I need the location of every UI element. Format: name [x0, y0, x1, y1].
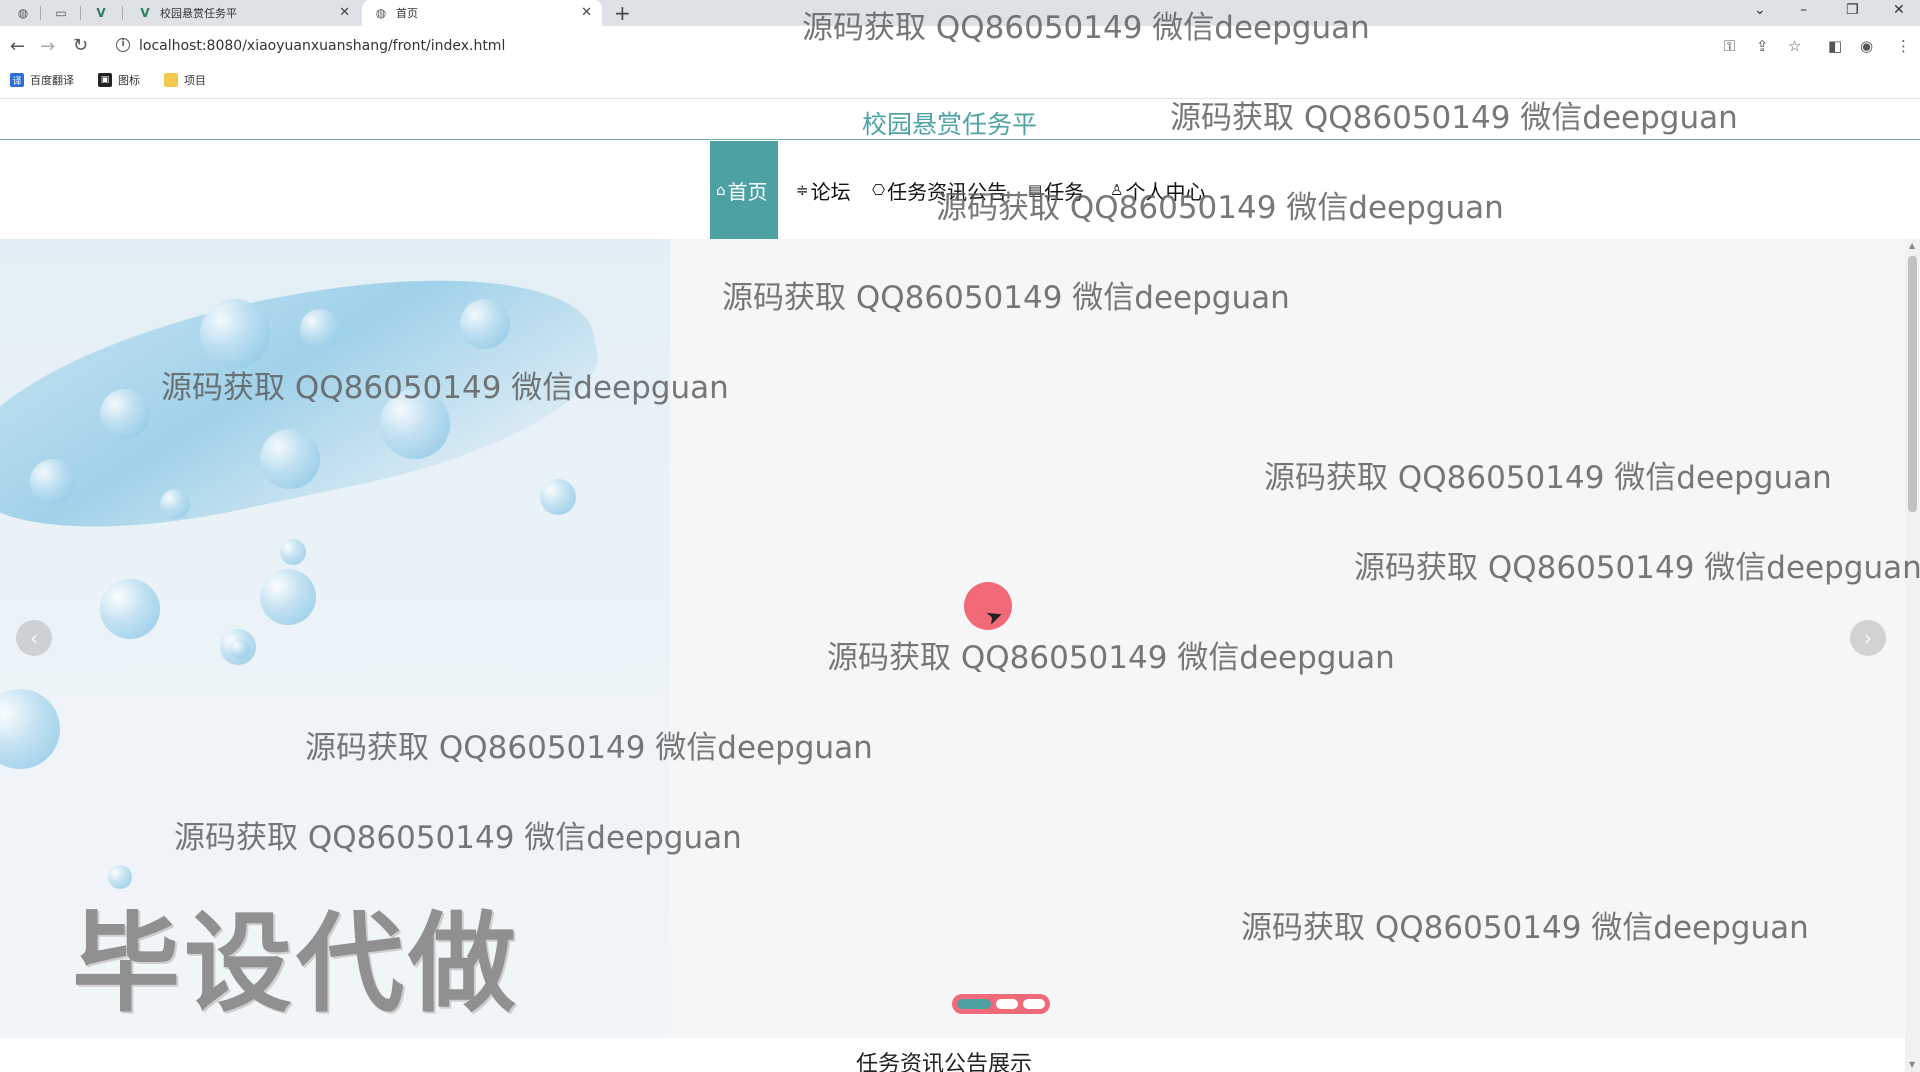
blank-page-icon[interactable]: ▭ [52, 4, 70, 22]
home-icon: ⌂ [716, 181, 726, 199]
tab-home[interactable]: ◍ 首页 ✕ [362, 0, 602, 26]
nav-label: 论坛 [810, 179, 851, 204]
tab-campus-bounty[interactable]: V 校园悬赏任务平 ✕ [130, 0, 360, 26]
bubble [540, 479, 576, 515]
profile-icon[interactable]: ◉ [1860, 37, 1873, 55]
scroll-down-icon[interactable]: ▼ [1909, 1060, 1915, 1069]
scrollbar-thumb[interactable] [1908, 256, 1917, 512]
tab-label: 首页 [396, 7, 418, 20]
reload-icon[interactable]: ↻ [73, 35, 88, 56]
bookmark-baidu-translate[interactable]: 译 百度翻译 [10, 72, 74, 88]
bubble [100, 579, 160, 639]
section-title: 任务资讯公告展示 [856, 1052, 1033, 1072]
watermark: 源码获取 QQ86050149 微信deepguan [802, 10, 1370, 46]
bubble [200, 299, 270, 369]
close-icon[interactable]: ✕ [581, 5, 592, 20]
info-icon[interactable]: i [116, 38, 130, 52]
carousel-dot-3[interactable] [1023, 999, 1045, 1009]
watermark: 源码获取 QQ86050149 微信deepguan [174, 820, 742, 856]
bubble [30, 459, 75, 504]
back-icon[interactable]: ← [10, 36, 25, 57]
watermark: 源码获取 QQ86050149 微信deepguan [1264, 460, 1832, 496]
tab-separator [80, 6, 81, 20]
forward-icon[interactable]: → [40, 36, 55, 57]
bubble [0, 689, 60, 769]
close-icon[interactable]: ✕ [339, 5, 350, 20]
watermark: 源码获取 QQ86050149 微信deepguan [161, 370, 729, 406]
menu-icon[interactable]: ⋮ [1896, 37, 1911, 55]
carousel-next-button[interactable]: › [1850, 620, 1886, 656]
forum-icon: ≑ [796, 181, 809, 199]
side-panel-icon[interactable]: ◧ [1828, 37, 1842, 55]
bookmark-label: 图标 [118, 74, 140, 87]
watermark: 源码获取 QQ86050149 微信deepguan [722, 280, 1290, 316]
bubble [300, 309, 340, 349]
bookmark-project[interactable]: 项目 [164, 72, 206, 88]
bookmark-icons[interactable]: ▣ 图标 [98, 72, 140, 88]
watermark: 源码获取 QQ86050149 微信deepguan [1354, 550, 1920, 586]
bubble [260, 569, 316, 625]
carousel-indicators [952, 994, 1050, 1014]
nav-label: 首页 [727, 179, 768, 204]
watermark: 源码获取 QQ86050149 微信deepguan [305, 730, 873, 766]
image-icon: ▣ [98, 73, 112, 87]
bubble [260, 429, 320, 489]
chevron-down-icon[interactable]: ⌄ [1754, 2, 1766, 18]
globe-icon: ◍ [375, 6, 387, 20]
globe-icon[interactable]: ◍ [14, 4, 32, 22]
watermark: 源码获取 QQ86050149 微信deepguan [1170, 100, 1738, 136]
bubble [230, 639, 250, 659]
window-close-icon[interactable]: ✕ [1893, 2, 1905, 18]
nav-item-home[interactable]: ⌂ 首页 [710, 141, 778, 239]
scroll-up-icon[interactable]: ▲ [1909, 241, 1915, 250]
bookmark-label: 百度翻译 [30, 74, 74, 87]
star-icon[interactable]: ☆ [1788, 37, 1801, 55]
key-icon[interactable]: ⚿ [1724, 37, 1735, 55]
vue-icon[interactable]: V [92, 4, 110, 22]
watermark: 源码获取 QQ86050149 微信deepguan [936, 190, 1504, 226]
carousel-dot-1[interactable] [957, 999, 991, 1009]
tab-separator [122, 6, 123, 20]
site-title: 校园悬赏任务平 [862, 110, 1038, 139]
watermark: 源码获取 QQ86050149 微信deepguan [1241, 910, 1809, 946]
minimize-icon[interactable]: – [1800, 2, 1807, 18]
watermark: 源码获取 QQ86050149 微信deepguan [827, 640, 1395, 676]
new-tab-button[interactable]: + [614, 1, 631, 25]
tab-separator [40, 6, 41, 20]
carousel-dot-2[interactable] [996, 999, 1018, 1009]
carousel-prev-button[interactable]: ‹ [16, 620, 52, 656]
bookmark-label: 项目 [184, 74, 206, 87]
vue-icon: V [140, 6, 150, 20]
tab-label: 校园悬赏任务平 [160, 7, 237, 20]
url-text[interactable]: localhost:8080/xiaoyuanxuanshang/front/i… [139, 38, 505, 54]
folder-icon [164, 73, 178, 87]
bubble [460, 299, 510, 349]
tag-icon: ⎔ [872, 181, 886, 199]
restore-icon[interactable]: ❐ [1846, 2, 1859, 18]
bubble [280, 539, 306, 565]
baidu-translate-icon: 译 [10, 73, 24, 87]
nav-item-forum[interactable]: ≑ 论坛 [796, 141, 851, 239]
banner-overlay-text: 毕设代做 [72, 902, 521, 1027]
share-icon[interactable]: ⇪ [1756, 37, 1769, 55]
bubble [100, 389, 150, 439]
bubble [160, 489, 190, 519]
